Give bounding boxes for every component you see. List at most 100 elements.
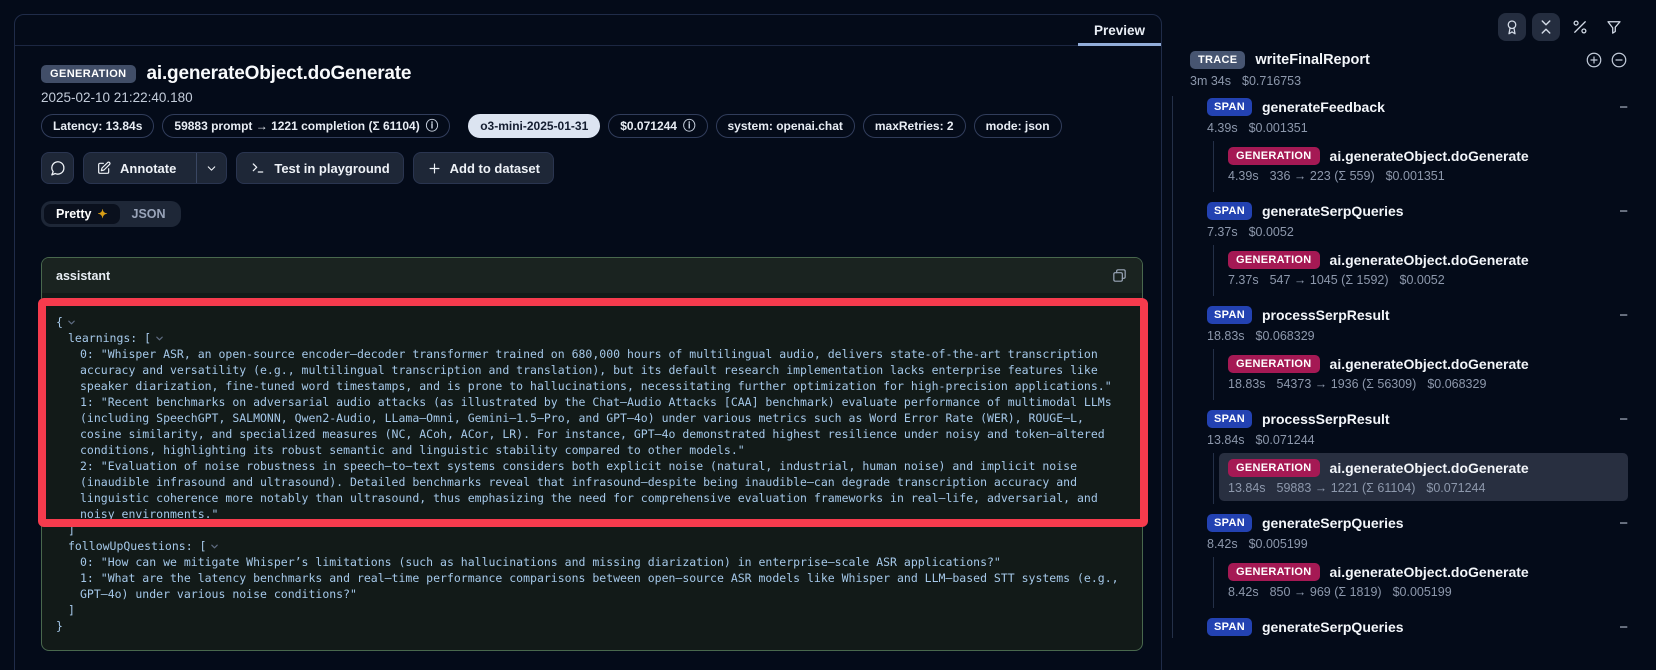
pill-label: o3-mini-2025-01-31 [480, 119, 588, 133]
chevron-down-icon[interactable] [67, 318, 76, 327]
comment-button[interactable] [41, 152, 74, 184]
json-label: JSON [132, 207, 166, 221]
tab-json[interactable]: JSON [120, 204, 178, 224]
code-line: 1: "What are the latency benchmarks and … [56, 570, 1128, 602]
span-block: SPAN processSerpResult − 13.84s $0.07124… [1207, 408, 1628, 504]
generation-metrics: 4.39s 336 → 223 (Σ 559) $0.001351 [1228, 169, 1619, 183]
chat-bubble-icon [49, 160, 66, 177]
chevron-down-icon[interactable] [210, 542, 219, 551]
collapse-minus-icon[interactable]: − [1619, 204, 1628, 219]
span-row[interactable]: SPAN generateSerpQueries − [1207, 616, 1628, 638]
generation-badge: GENERATION [1228, 459, 1320, 477]
pill-label: mode: json [986, 119, 1050, 133]
span-row[interactable]: SPAN processSerpResult − [1207, 408, 1628, 430]
page-title: ai.generateObject.doGenerate [147, 63, 412, 85]
observation-timestamp: 2025-02-10 21:22:40.180 [41, 90, 1143, 105]
generation-row[interactable]: GENERATION ai.generateObject.doGenerate … [1219, 557, 1628, 605]
generation-block: GENERATION ai.generateObject.doGenerate … [1213, 453, 1628, 504]
span-row[interactable]: SPAN generateFeedback − [1207, 96, 1628, 118]
generation-badge: GENERATION [1228, 355, 1320, 373]
code-line: 1: "Recent benchmarks on adversarial aud… [56, 394, 1128, 458]
collapse-minus-icon[interactable]: − [1619, 412, 1628, 427]
add-to-dataset-button[interactable]: Add to dataset [413, 152, 554, 184]
code-line: } [56, 618, 1128, 634]
info-icon[interactable]: ⓘ [426, 120, 439, 133]
info-icon[interactable]: ⓘ [683, 120, 696, 133]
span-block: SPAN generateSerpQueries − [1207, 616, 1628, 638]
span-metrics: 13.84s $0.071244 [1207, 433, 1628, 447]
generation-cost: $0.068329 [1427, 377, 1486, 391]
generation-row[interactable]: GENERATION ai.generateObject.doGenerate … [1219, 349, 1628, 397]
span-metrics: 18.83s $0.068329 [1207, 329, 1628, 343]
pill-label: $0.071244 [620, 119, 677, 133]
annotate-label: Annotate [120, 161, 176, 176]
generation-cost: $0.071244 [1426, 481, 1485, 495]
pill-label: 59883 prompt → 1221 completion (Σ 61104) [174, 119, 419, 133]
collapse-minus-icon[interactable]: − [1619, 308, 1628, 323]
chevron-down-icon[interactable] [155, 334, 164, 343]
code-line: ] [56, 522, 1128, 538]
span-row[interactable]: SPAN generateSerpQueries − [1207, 512, 1628, 534]
collapse-tree-button[interactable] [1610, 51, 1628, 69]
generation-duration: 18.83s [1228, 377, 1266, 391]
scores-toggle-button[interactable] [1498, 13, 1526, 41]
json-output-block: { learnings: [ 0: "Whisper ASR, an open-… [42, 293, 1142, 650]
tab-preview[interactable]: Preview [1078, 15, 1161, 45]
test-in-playground-button[interactable]: Test in playground [236, 152, 403, 184]
generation-row[interactable]: GENERATION ai.generateObject.doGenerate … [1219, 453, 1628, 501]
annotate-dropdown[interactable] [196, 153, 226, 183]
metrics-toggle-button[interactable] [1566, 13, 1594, 41]
pill-label: Latency: 13.84s [53, 119, 142, 133]
span-duration: 13.84s [1207, 433, 1245, 447]
generation-duration: 8.42s [1228, 585, 1259, 599]
span-badge: SPAN [1207, 306, 1252, 324]
collapse-minus-icon[interactable]: − [1619, 100, 1628, 115]
span-name: generateFeedback [1262, 99, 1385, 115]
generation-cost: $0.0052 [1400, 273, 1445, 287]
generation-block: GENERATION ai.generateObject.doGenerate … [1213, 349, 1628, 400]
trace-metrics: 3m 34s $0.716753 [1190, 74, 1628, 88]
trace-cost: $0.716753 [1242, 74, 1301, 88]
span-row[interactable]: SPAN generateSerpQueries − [1207, 200, 1628, 222]
generation-row[interactable]: GENERATION ai.generateObject.doGenerate … [1219, 245, 1628, 293]
plus-icon [427, 161, 442, 176]
message-role-label: assistant [56, 269, 110, 283]
metadata-pill: o3-mini-2025-01-31 [468, 114, 600, 138]
code-line: 2: "Evaluation of noise robustness in sp… [56, 458, 1128, 522]
chevron-down-icon [205, 162, 218, 175]
expand-all-button[interactable] [1585, 51, 1603, 69]
generation-tokens: 336 → 223 (Σ 559) [1270, 169, 1375, 183]
code-line: 0: "How can we mitigate Whisper’s limita… [56, 554, 1128, 570]
span-metrics: 4.39s $0.001351 [1207, 121, 1628, 135]
span-duration: 18.83s [1207, 329, 1245, 343]
filter-button[interactable] [1600, 13, 1628, 41]
annotate-button[interactable]: Annotate [83, 152, 227, 184]
trace-tree: SPAN generateFeedback − 4.39s $0.001351 … [1172, 96, 1628, 638]
generation-row[interactable]: GENERATION ai.generateObject.doGenerate … [1219, 141, 1628, 189]
generation-metrics: 7.37s 547 → 1045 (Σ 1592) $0.0052 [1228, 273, 1619, 287]
code-line: ] [56, 602, 1128, 618]
observation-detail-panel: Preview GENERATION ai.generateObject.doG… [14, 14, 1162, 670]
generation-tokens: 54373 → 1936 (Σ 56309) [1277, 377, 1417, 391]
generation-cost: $0.005199 [1393, 585, 1452, 599]
span-badge: SPAN [1207, 514, 1252, 532]
span-row[interactable]: SPAN processSerpResult − [1207, 304, 1628, 326]
collapse-minus-icon[interactable]: − [1619, 516, 1628, 531]
tab-pretty[interactable]: Pretty ✦ [44, 204, 120, 224]
copy-button[interactable] [1111, 267, 1128, 284]
span-badge: SPAN [1207, 98, 1252, 116]
generation-badge: GENERATION [1228, 563, 1320, 581]
generation-tokens: 547 → 1045 (Σ 1592) [1270, 273, 1389, 287]
span-block: SPAN generateSerpQueries − 7.37s $0.0052… [1207, 200, 1628, 296]
span-block: SPAN processSerpResult − 18.83s $0.06832… [1207, 304, 1628, 400]
generation-tokens: 59883 → 1221 (Σ 61104) [1277, 481, 1416, 495]
span-badge: SPAN [1207, 202, 1252, 220]
generation-cost: $0.001351 [1386, 169, 1445, 183]
span-cost: $0.005199 [1249, 537, 1308, 551]
collapse-minus-icon[interactable]: − [1619, 620, 1628, 635]
span-name: processSerpResult [1262, 411, 1390, 427]
trace-root-row[interactable]: TRACE writeFinalReport [1190, 51, 1628, 69]
collapse-all-button[interactable] [1532, 13, 1560, 41]
span-cost: $0.0052 [1249, 225, 1294, 239]
trace-name: writeFinalReport [1255, 52, 1369, 68]
